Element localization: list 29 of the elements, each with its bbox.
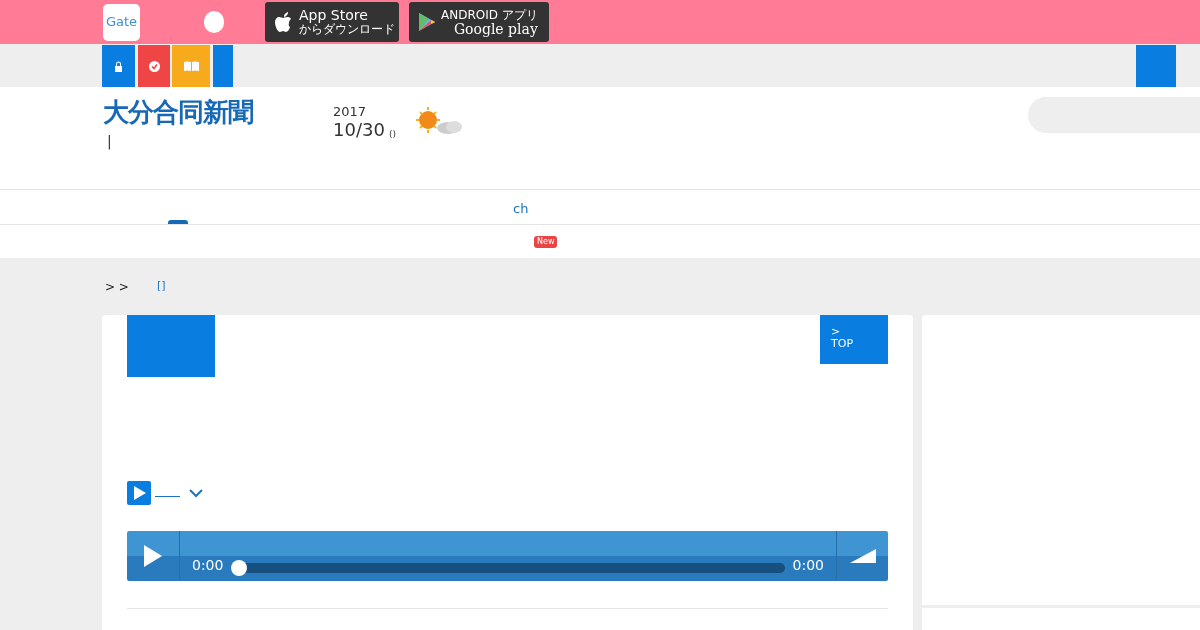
- play-icon: [144, 545, 162, 567]
- back-to-top-button[interactable]: > TOP: [820, 315, 888, 364]
- date-label: 10/30: [333, 121, 385, 139]
- chevron-down-icon[interactable]: [189, 488, 203, 498]
- play-icon[interactable]: [127, 481, 151, 505]
- year-label: 2017: [333, 105, 368, 118]
- breadcrumb-separator: > >: [105, 278, 129, 296]
- volume-icon: [849, 549, 876, 563]
- new-badge: New: [534, 236, 558, 248]
- current-time: 0:00: [192, 556, 224, 575]
- sunny-cloudy-icon: [415, 107, 464, 137]
- play-store-icon: [419, 13, 435, 31]
- check-icon: [148, 60, 160, 72]
- check-button[interactable]: [138, 45, 170, 87]
- newspaper-logo[interactable]: 大分合同新聞: [103, 99, 253, 125]
- nav-link[interactable]: ch: [513, 199, 529, 219]
- progress-thumb[interactable]: [231, 560, 248, 576]
- gate-app-icon[interactable]: Gate: [103, 3, 140, 41]
- apple-icon: [275, 11, 293, 33]
- app-store-badge[interactable]: App Store からダウンロード: [265, 2, 399, 42]
- google-play-badge[interactable]: ANDROID アプリ Google play: [409, 2, 549, 42]
- tagline: |: [107, 132, 113, 152]
- progress-track[interactable]: [231, 563, 785, 573]
- book-icon: [183, 61, 199, 71]
- total-time: 0:00: [792, 556, 824, 575]
- lock-icon: [114, 60, 123, 72]
- lock-button[interactable]: [102, 45, 135, 87]
- weekday-label: (): [388, 130, 396, 139]
- breadcrumb-link[interactable]: []: [156, 278, 166, 295]
